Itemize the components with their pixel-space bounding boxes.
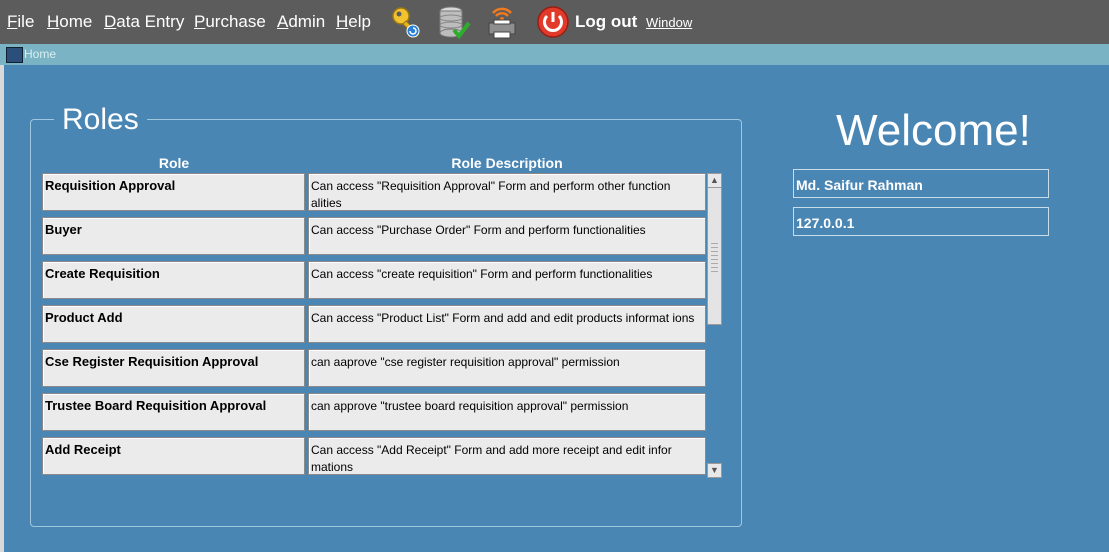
menu-admin[interactable]: Admin: [277, 12, 325, 32]
menu-home-label: ome: [59, 12, 93, 31]
home-window-icon: [6, 47, 23, 63]
roles-title: Roles: [54, 103, 147, 137]
table-row: Add Receipt Can access "Add Receipt" For…: [42, 437, 706, 477]
table-row: Cse Register Requisition Approval can aa…: [42, 349, 706, 389]
role-cell[interactable]: Trustee Board Requisition Approval: [42, 393, 305, 431]
window-tab-bar: Home: [0, 44, 1109, 65]
role-cell[interactable]: Requisition Approval: [42, 173, 305, 211]
table-row: Trustee Board Requisition Approval can a…: [42, 393, 706, 433]
menu-help-mnemonic: H: [336, 12, 349, 31]
database-check-icon[interactable]: [436, 4, 472, 40]
printer-wireless-icon[interactable]: [484, 4, 520, 40]
scroll-down-icon[interactable]: ▼: [707, 463, 722, 478]
menu-home[interactable]: Home: [47, 12, 92, 32]
menu-data-entry-label: ata Entry: [116, 12, 185, 31]
scrollbar-thumb[interactable]: [707, 187, 722, 325]
roles-scrollbar[interactable]: ▲ ▼: [707, 173, 722, 478]
welcome-title: Welcome!: [836, 106, 1031, 155]
role-cell[interactable]: Product Add: [42, 305, 305, 343]
logout-button[interactable]: Log out: [575, 12, 637, 32]
role-description-cell[interactable]: Can access "Add Receipt" Form and add mo…: [308, 437, 706, 475]
role-description-cell[interactable]: Can access "create requisition" Form and…: [308, 261, 706, 299]
role-cell[interactable]: Add Receipt: [42, 437, 305, 475]
role-cell[interactable]: Buyer: [42, 217, 305, 255]
role-description-column-header: Role Description: [451, 155, 563, 171]
table-row: Create Requisition Can access "create re…: [42, 261, 706, 301]
menu-data-entry-mnemonic: D: [104, 12, 117, 31]
window-menu[interactable]: Window: [646, 15, 692, 30]
user-name-field: Md. Saifur Rahman: [793, 169, 1049, 198]
role-description-cell[interactable]: Can access "Requisition Approval" Form a…: [308, 173, 706, 211]
menu-help-label: elp: [348, 12, 371, 31]
scroll-up-icon[interactable]: ▲: [707, 173, 722, 188]
menu-purchase-label: urchase: [205, 12, 266, 31]
menu-file[interactable]: File: [7, 12, 34, 32]
table-row: Product Add Can access "Product List" Fo…: [42, 305, 706, 345]
role-column-header: Role: [158, 155, 190, 171]
grip-icon: [711, 243, 718, 273]
menu-admin-mnemonic: A: [277, 12, 289, 31]
key-icon[interactable]: [389, 4, 425, 40]
ip-address-field: 127.0.0.1: [793, 207, 1049, 236]
role-cell[interactable]: Create Requisition: [42, 261, 305, 299]
menu-file-mnemonic: F: [7, 12, 18, 31]
role-description-cell[interactable]: Can access "Purchase Order" Form and per…: [308, 217, 706, 255]
tab-home[interactable]: Home: [24, 47, 56, 61]
role-description-cell[interactable]: can approve "trustee board requisition a…: [308, 393, 706, 431]
role-description-cell[interactable]: can aaprove "cse register requisition ap…: [308, 349, 706, 387]
menu-purchase-mnemonic: P: [194, 12, 206, 31]
menubar: File Home Data Entry Purchase Admin Help…: [0, 0, 1109, 44]
table-row: Requisition Approval Can access "Requisi…: [42, 173, 706, 213]
power-icon[interactable]: [535, 4, 571, 40]
menu-purchase[interactable]: Purchase: [194, 12, 266, 32]
left-frame-border: [0, 65, 4, 552]
menu-help[interactable]: Help: [336, 12, 371, 32]
menu-file-label: ile: [17, 12, 35, 31]
menu-home-mnemonic: H: [47, 12, 60, 31]
role-cell[interactable]: Cse Register Requisition Approval: [42, 349, 305, 387]
table-row: Buyer Can access "Purchase Order" Form a…: [42, 217, 706, 257]
menu-data-entry[interactable]: Data Entry: [104, 12, 184, 32]
role-description-cell[interactable]: Can access "Product List" Form and add a…: [308, 305, 706, 343]
menu-admin-label: dmin: [288, 12, 326, 31]
